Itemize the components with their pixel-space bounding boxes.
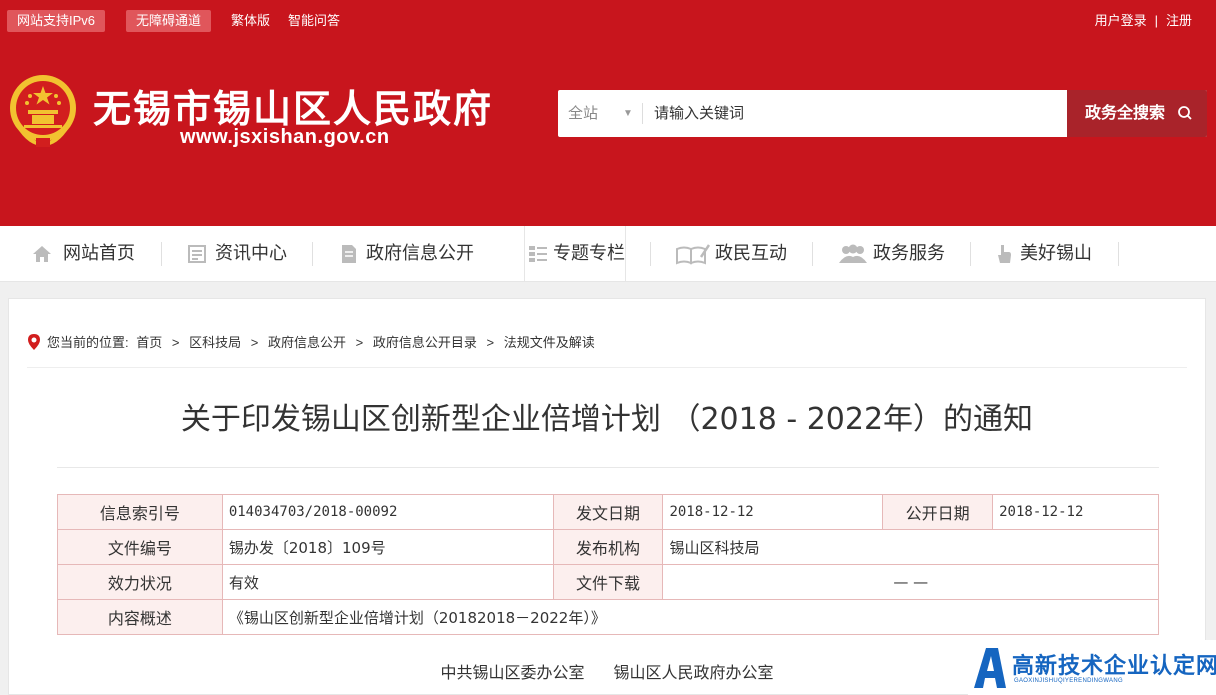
watermark-subtitle: GAOXINJISHUQIYERENDINGWANG bbox=[1014, 678, 1123, 684]
issue-date-value: 2018-12-12 bbox=[662, 494, 884, 530]
nav-item-gov-info[interactable]: 政府信息公开 bbox=[338, 226, 498, 282]
signer-gov-office: 锡山区人民政府办公室 bbox=[613, 663, 774, 682]
chevron-down-icon[interactable]: ▼ bbox=[623, 90, 633, 137]
issue-date-label: 发文日期 bbox=[552, 494, 664, 530]
article-title: 关于印发锡山区创新型企业倍增计划 （2018 - 2022年）的通知 bbox=[180, 402, 1034, 437]
search-button-label: 政务全搜索 bbox=[1085, 105, 1166, 122]
nav-divider bbox=[970, 242, 971, 266]
nav-item-news[interactable]: 资讯中心 bbox=[186, 226, 316, 282]
publisher-value: 锡山区科技局 bbox=[662, 529, 1159, 565]
public-date-label: 公开日期 bbox=[882, 494, 994, 530]
nav-item-label: 政府信息公开 bbox=[366, 243, 474, 264]
signer-party-office: 中共锡山区委办公室 bbox=[440, 663, 585, 682]
breadcrumb-gov-info-catalog[interactable]: 政府信息公开目录 bbox=[373, 335, 477, 350]
publisher-label: 发布机构 bbox=[552, 529, 664, 565]
home-icon bbox=[33, 246, 51, 262]
status-label: 效力状况 bbox=[57, 564, 223, 600]
nav-divider bbox=[812, 242, 813, 266]
search-scope-select[interactable]: 全站 bbox=[568, 90, 598, 137]
book-pen-icon bbox=[676, 244, 711, 265]
account-separator: | bbox=[1154, 13, 1158, 28]
nav-divider bbox=[1118, 242, 1119, 266]
breadcrumb-separator: > bbox=[171, 335, 180, 350]
register-link[interactable]: 注册 bbox=[1166, 13, 1192, 28]
doc-number-value: 锡办发〔2018〕109号 bbox=[221, 529, 554, 565]
table-row: 文件编号 锡办发〔2018〕109号 发布机构 锡山区科技局 bbox=[57, 529, 1159, 565]
nav-item-services[interactable]: 政务服务 bbox=[838, 226, 968, 282]
search-input[interactable] bbox=[654, 98, 1054, 129]
nav-item-label: 政务服务 bbox=[873, 243, 945, 264]
ipv6-link[interactable]: 网站支持IPv6 bbox=[7, 10, 106, 32]
breadcrumb-prefix: 您当前的位置: bbox=[47, 335, 129, 350]
download-value[interactable]: — — bbox=[662, 564, 1159, 600]
breadcrumb-separator: > bbox=[355, 335, 364, 350]
nav-item-label: 专题专栏 bbox=[553, 243, 625, 264]
nav-item-topics[interactable]: 专题专栏 bbox=[527, 226, 627, 282]
index-value: 014034703/2018-00092 bbox=[221, 494, 554, 530]
download-label: 文件下载 bbox=[552, 564, 664, 600]
article-panel: 您当前的位置: 首页 > 区科技局 > 政府信息公开 > 政府信息公开目录 > … bbox=[8, 298, 1206, 695]
search-divider bbox=[642, 103, 643, 124]
login-link[interactable]: 用户登录 bbox=[1095, 13, 1147, 28]
public-date-value: 2018-12-12 bbox=[992, 494, 1159, 530]
search-button[interactable]: 政务全搜索 bbox=[1067, 90, 1207, 137]
watermark-logo: 高新技术企业认定网 GAOXINJISHUQIYERENDINGWANG bbox=[968, 640, 1216, 695]
nav-item-interaction[interactable]: 政民互动 bbox=[675, 226, 805, 282]
hand-icon bbox=[998, 245, 1011, 263]
nav-item-label: 政民互动 bbox=[715, 243, 787, 264]
accessibility-link[interactable]: 无障碍通道 bbox=[126, 10, 212, 32]
nav-item-label: 网站首页 bbox=[63, 243, 135, 264]
search-icon bbox=[1178, 106, 1192, 120]
traditional-chinese-link[interactable]: 繁体版 bbox=[231, 11, 270, 31]
breadcrumb-divider bbox=[27, 367, 1187, 368]
letter-a-logo-icon bbox=[974, 648, 1006, 688]
nav-divider bbox=[161, 242, 162, 266]
nav-divider bbox=[312, 242, 313, 266]
index-label: 信息索引号 bbox=[57, 494, 223, 530]
nav-item-home[interactable]: 网站首页 bbox=[31, 226, 161, 282]
smart-qa-link[interactable]: 智能问答 bbox=[288, 11, 340, 31]
breadcrumb-science-bureau[interactable]: 区科技局 bbox=[189, 335, 241, 350]
nav-divider bbox=[650, 242, 651, 266]
columns-icon bbox=[529, 246, 547, 262]
news-icon bbox=[188, 245, 206, 263]
site-title[interactable]: 无锡市锡山区人民政府 bbox=[93, 78, 493, 133]
site-header: 网站支持IPv6 无障碍通道 繁体版 智能问答 用户登录 | 注册 无锡市锡山区人民… bbox=[0, 0, 1216, 226]
top-bar: 网站支持IPv6 无障碍通道 繁体版 智能问答 用户登录 | 注册 bbox=[0, 0, 1216, 40]
document-info-table: 信息索引号 014034703/2018-00092 发文日期 2018-12-… bbox=[57, 494, 1160, 635]
site-url: www.jsxishan.gov.cn bbox=[180, 126, 390, 148]
summary-value: 《锡山区创新型企业倍增计划（20182018－2022年）》 bbox=[221, 599, 1160, 635]
breadcrumb-home[interactable]: 首页 bbox=[136, 335, 162, 350]
location-pin-icon bbox=[28, 334, 40, 350]
nav-item-label: 资讯中心 bbox=[215, 243, 287, 264]
watermark-title: 高新技术企业认定网 bbox=[1012, 654, 1216, 679]
account-links: 用户登录 | 注册 bbox=[1095, 11, 1192, 31]
breadcrumb-regulations[interactable]: 法规文件及解读 bbox=[504, 335, 595, 350]
table-row: 内容概述 《锡山区创新型企业倍增计划（20182018－2022年）》 bbox=[57, 599, 1160, 635]
breadcrumb-gov-info[interactable]: 政府信息公开 bbox=[268, 335, 346, 350]
table-row: 效力状况 有效 文件下载 — — bbox=[57, 564, 1159, 600]
breadcrumb: 您当前的位置: 首页 > 区科技局 > 政府信息公开 > 政府信息公开目录 > … bbox=[27, 333, 595, 353]
document-icon bbox=[342, 245, 356, 263]
table-row: 信息索引号 014034703/2018-00092 发文日期 2018-12-… bbox=[57, 494, 1159, 530]
nav-item-label: 美好锡山 bbox=[1020, 243, 1092, 264]
breadcrumb-separator: > bbox=[486, 335, 495, 350]
national-emblem-icon[interactable] bbox=[8, 72, 78, 148]
nav-item-beautiful-xishan[interactable]: 美好锡山 bbox=[995, 226, 1105, 282]
title-divider bbox=[57, 467, 1159, 468]
people-icon bbox=[839, 244, 867, 263]
search-bar: 全站 ▼ 政务全搜索 bbox=[558, 90, 1207, 137]
doc-number-label: 文件编号 bbox=[57, 529, 223, 565]
breadcrumb-separator: > bbox=[250, 335, 259, 350]
status-value: 有效 bbox=[221, 564, 554, 600]
summary-label: 内容概述 bbox=[57, 599, 223, 635]
